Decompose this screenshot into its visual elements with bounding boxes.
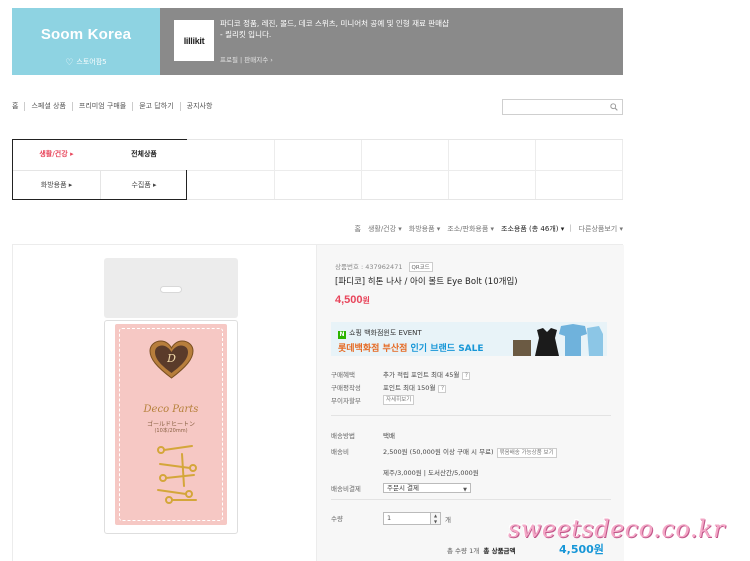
payment-select[interactable]: 주문시 결제 ▼ bbox=[383, 483, 471, 493]
category-art-supplies[interactable]: 화방용품 ▸ bbox=[13, 171, 100, 200]
info-row-quantity: 수량 1 ▲ ▼ 개 bbox=[331, 512, 531, 527]
total-count: 총 수량 1개 bbox=[447, 547, 480, 555]
clothes-image bbox=[513, 324, 603, 356]
search-icon[interactable] bbox=[610, 103, 618, 111]
event-title: N 쇼핑 백화점윈도 EVENT bbox=[338, 328, 422, 339]
price-unit: 원 bbox=[362, 296, 370, 305]
product-image[interactable]: D Deco Parts ゴールドヒートン (10本/20mm) bbox=[104, 258, 238, 534]
info-row-payment: 배송비결제 주문시 결제 ▼ bbox=[331, 483, 531, 495]
info-label: 구매혜택 bbox=[331, 371, 355, 379]
info-value: 추가 적립 포인트 최대 45월? bbox=[383, 369, 471, 380]
event-branch: 부산점 bbox=[382, 344, 408, 354]
help-icon[interactable]: ? bbox=[438, 385, 447, 393]
event-sale: 인기 브랜드 SALE bbox=[410, 344, 484, 354]
qr-code-button[interactable]: QR코드 bbox=[408, 262, 433, 272]
bundle-shipping-button[interactable]: 묶음배송 가능상품 보기 bbox=[496, 448, 557, 458]
package-hanger bbox=[104, 258, 238, 318]
price-value: 4,500 bbox=[335, 294, 363, 306]
quantity-input[interactable]: 1 bbox=[383, 512, 431, 525]
nav-item-home[interactable]: 홈 bbox=[12, 102, 24, 111]
brand-title: Soom Korea bbox=[40, 26, 132, 43]
info-value: 자세히보기 bbox=[383, 395, 415, 405]
info-label: 무이자할부 bbox=[331, 397, 361, 405]
breadcrumb-current[interactable]: 조소용품 (총 46개) ▾ bbox=[501, 224, 564, 234]
product-title: [파디코] 히톤 나사 / 아이 볼트 Eye Bolt (10개입) bbox=[335, 277, 518, 287]
event-banner[interactable]: N 쇼핑 백화점윈도 EVENT 롯데백화점 부산점 인기 브랜드 SALE bbox=[331, 322, 607, 356]
event-store: 롯데백화점 bbox=[338, 344, 380, 354]
quantity-stepper[interactable]: ▲ ▼ bbox=[431, 512, 441, 525]
top-navigation: 홈 스페셜 상품 프리미엄 구매몰 묻고 답하기 공지사항 bbox=[12, 102, 218, 111]
info-label: 배송비 bbox=[331, 448, 349, 456]
breadcrumb-art[interactable]: 화방용품 ▾ bbox=[409, 224, 441, 234]
nav-item-special[interactable]: 스페셜 상품 bbox=[24, 102, 71, 111]
nav-item-qna[interactable]: 묻고 답하기 bbox=[132, 102, 179, 111]
installment-detail-button[interactable]: 자세히보기 bbox=[383, 395, 415, 405]
product-code-label: 상품번호 : 437962471 bbox=[335, 263, 403, 271]
breadcrumb-health[interactable]: 생활/건강 ▾ bbox=[368, 224, 402, 234]
divider bbox=[331, 415, 611, 416]
divider bbox=[331, 499, 611, 500]
event-headline: 롯데백화점 부산점 인기 브랜드 SALE bbox=[338, 341, 484, 354]
naver-icon: N bbox=[338, 331, 346, 339]
payment-select-value: 주문시 결제 bbox=[387, 484, 419, 492]
help-icon[interactable]: ? bbox=[462, 372, 471, 380]
more-products-link[interactable]: 다른상품보기 ▾ bbox=[579, 224, 623, 234]
info-value: 포인트 최대 150월? bbox=[383, 382, 447, 393]
tab-all-products[interactable]: 전체상품 bbox=[100, 140, 188, 170]
heart-icon: ♡ bbox=[65, 58, 74, 68]
store-banner: Soom Korea ♡ 스토어팜5 lillikit 파디코 정품, 레진, 몰… bbox=[12, 8, 623, 75]
info-label: 구매평작성 bbox=[331, 384, 361, 392]
breadcrumb-home[interactable]: 홈 bbox=[354, 224, 360, 234]
info-label: 배송비결제 bbox=[331, 485, 361, 493]
product-info: 상품번호 : 437962471 QR코드 [파디코] 히톤 나사 / 아이 볼… bbox=[316, 245, 624, 561]
info-value: 2,500원 (50,000원 이상 구매 시 무료) 묶음배송 가능상품 보기 bbox=[383, 446, 557, 458]
brand-block[interactable]: Soom Korea ♡ 스토어팜5 bbox=[12, 8, 160, 75]
shop-info: lillikit 파디코 정품, 레진, 몰드, 데코 스위츠, 미니어처 공예… bbox=[160, 8, 623, 75]
product-price: 4,500원 bbox=[335, 294, 370, 306]
info-label: 수량 bbox=[331, 515, 343, 523]
quantity-unit: 개 bbox=[445, 516, 451, 524]
category-collectibles[interactable]: 수집품 ▸ bbox=[101, 171, 187, 200]
shop-meta[interactable]: 프로필 | 판매지수 › bbox=[220, 54, 273, 64]
total-summary: 총 수량 1개 총 상품금액 bbox=[447, 545, 516, 555]
event-title-text: 쇼핑 백화점윈도 EVENT bbox=[349, 329, 422, 337]
info-label: 배송방법 bbox=[331, 432, 355, 440]
brand-subtitle: ♡ 스토어팜5 bbox=[12, 57, 160, 68]
tab-health[interactable]: 생활/건강 ▸ bbox=[13, 140, 100, 170]
shop-description: 파디코 정품, 레진, 몰드, 데코 스위츠, 미니어처 공예 및 인형 재료 … bbox=[220, 19, 449, 39]
category-menu: 생활/건강 ▸ 전체상품 화방용품 ▸ 수집품 ▸ bbox=[12, 139, 623, 200]
search-input[interactable] bbox=[502, 99, 623, 115]
product-panel: D Deco Parts ゴールドヒートン (10本/20mm) 상품번호: … bbox=[12, 244, 624, 561]
nav-item-notice[interactable]: 공지사항 bbox=[179, 102, 219, 111]
info-value: 택배 bbox=[383, 432, 395, 440]
total-label: 총 상품금액 bbox=[483, 547, 516, 555]
category-active-panel: 생활/건강 ▸ 전체상품 화방용품 ▸ 수집품 ▸ bbox=[12, 139, 188, 200]
breadcrumb: 홈 생활/건강 ▾ 화방용품 ▾ 조소/판화용품 ▾ 조소용품 (총 46개) … bbox=[347, 224, 623, 234]
total-price: 4,500원 bbox=[559, 543, 604, 556]
chevron-down-icon: ▼ bbox=[463, 487, 467, 493]
shop-logo[interactable]: lillikit bbox=[174, 20, 214, 61]
breadcrumb-sculpt[interactable]: 조소/판화용품 ▾ bbox=[447, 224, 494, 234]
nav-item-premium[interactable]: 프리미엄 구매몰 bbox=[71, 102, 132, 111]
breadcrumb-separator: | bbox=[569, 224, 572, 232]
package-plastic bbox=[104, 320, 238, 534]
product-code: 상품번호 : 437962471 QR코드 bbox=[335, 261, 433, 272]
brand-sub-label: 스토어팜5 bbox=[76, 58, 107, 66]
product-gallery: D Deco Parts ゴールドヒートン (10本/20mm) bbox=[13, 245, 316, 561]
info-value: 제주/3,000원 | 도서산간/5,000원 bbox=[383, 469, 479, 477]
